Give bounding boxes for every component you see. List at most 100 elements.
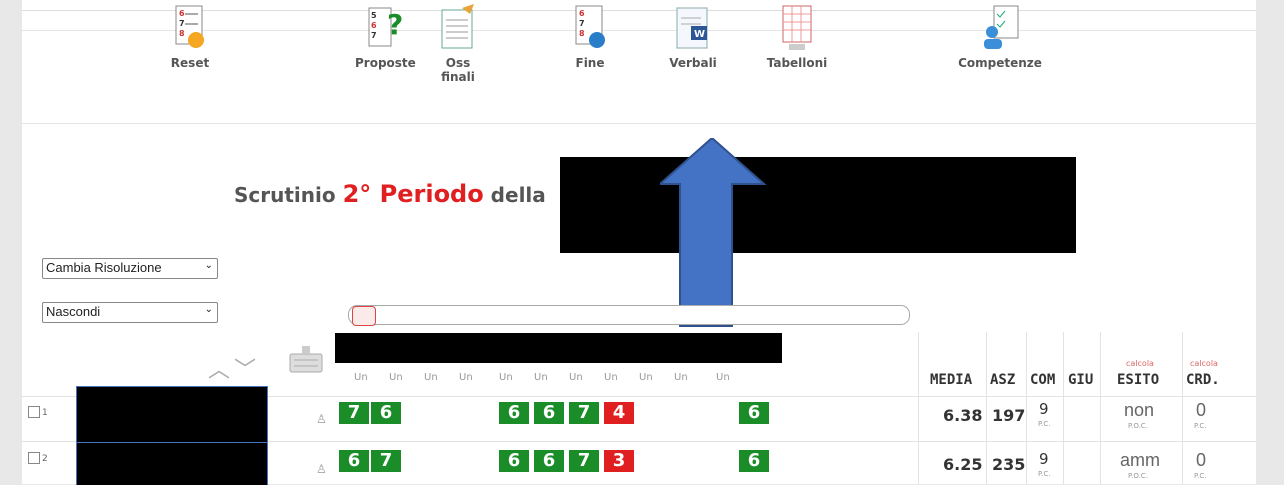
calcola-esito-link[interactable]: calcola [1126, 359, 1154, 368]
com-sub: P.C. [1038, 420, 1051, 428]
esito-sub: P.O.C. [1128, 472, 1148, 480]
column-divider [1063, 332, 1064, 484]
esito-value[interactable]: non [1124, 400, 1154, 421]
grade-cell[interactable]: 4 [604, 402, 634, 424]
column-divider [1026, 332, 1027, 484]
grade-cell[interactable]: 6 [534, 402, 564, 424]
oss-finali-label: Oss finali [441, 56, 475, 84]
esito-sub: P.O.C. [1128, 422, 1148, 430]
resolution-select[interactable]: Cambia Risoluzione ⌄ [42, 258, 218, 279]
grade-cell[interactable]: 6 [499, 402, 529, 424]
grade-cell[interactable]: 6 [739, 450, 769, 472]
grade-cell[interactable]: 7 [371, 450, 401, 472]
svg-text:7: 7 [179, 19, 185, 28]
grade-cell[interactable]: 6 [739, 402, 769, 424]
person-icon[interactable]: ♙ [316, 412, 327, 426]
up-arrow-annotation [660, 138, 767, 327]
svg-text:5: 5 [371, 11, 377, 20]
title-prefix: Scrutinio [234, 183, 343, 207]
slider-handle[interactable] [352, 306, 376, 326]
competenze-button[interactable]: Competenze [958, 4, 1042, 70]
column-divider [986, 332, 987, 484]
com-sub: P.C. [1038, 470, 1051, 478]
asz-value: 197 [992, 406, 1026, 425]
row-number: 1 [42, 408, 48, 418]
subject-column-header: Un [569, 372, 583, 383]
svg-text:W: W [694, 29, 705, 40]
visibility-select-value: Nascondi [46, 304, 101, 319]
verbali-label: Verbali [669, 56, 717, 70]
tabelloni-label: Tabelloni [766, 56, 828, 70]
calcola-crd-link[interactable]: calcola [1190, 359, 1218, 368]
subject-column-header: Un [459, 372, 473, 383]
chevron-up-icon[interactable]: ︿ [208, 352, 230, 384]
subject-column-header: Un [639, 372, 653, 383]
word-document-icon: W [676, 7, 708, 49]
esito-header: ESITO [1117, 372, 1160, 388]
title-suffix: della [483, 183, 546, 207]
row-checkbox[interactable] [28, 406, 40, 418]
redacted-subject-names [335, 333, 782, 363]
grade-cell[interactable]: 3 [604, 450, 634, 472]
fine-icon: 6 7 8 [575, 5, 605, 48]
redacted-class-name [560, 157, 1076, 253]
crd-value[interactable]: 0 [1196, 400, 1206, 421]
resolution-select-value: Cambia Risoluzione [46, 260, 162, 275]
reset-button[interactable]: 6 7 8 Reset [165, 4, 215, 70]
grade-cell[interactable]: 6 [371, 402, 401, 424]
reset-icon: 6 7 8 [175, 5, 204, 48]
reset-label: Reset [170, 56, 210, 70]
competenze-icon [984, 5, 1019, 49]
visibility-select[interactable]: Nascondi ⌄ [42, 302, 218, 323]
subject-column-header: Un [716, 372, 730, 383]
verbali-button[interactable]: W Verbali [668, 4, 718, 70]
grade-cell[interactable]: 6 [534, 450, 564, 472]
proposte-label: Proposte [355, 56, 416, 70]
grade-cell[interactable]: 7 [569, 402, 599, 424]
svg-text:8: 8 [579, 29, 585, 38]
tabelloni-button[interactable]: Tabelloni [766, 4, 828, 70]
com-header: COM [1030, 372, 1056, 388]
com-value: 9 [1039, 400, 1049, 418]
asz-header: ASZ [990, 372, 1016, 388]
column-divider [1100, 332, 1101, 484]
media-header: MEDIA [930, 372, 973, 388]
redacted-student-name [76, 386, 268, 444]
grade-cell[interactable]: 7 [339, 402, 369, 424]
column-divider [1182, 332, 1183, 484]
grade-cell[interactable]: 6 [339, 450, 369, 472]
svg-text:6: 6 [579, 9, 585, 18]
fine-label: Fine [575, 56, 605, 70]
chevron-down-icon[interactable]: ﹀ [234, 352, 256, 384]
media-value: 6.38 [943, 406, 983, 425]
crd-sub: P.C. [1194, 472, 1207, 480]
keyboard-icon[interactable] [288, 344, 324, 374]
crd-sub: P.C. [1194, 422, 1207, 430]
svg-text:7: 7 [579, 19, 585, 28]
fine-button[interactable]: 6 7 8 Fine [568, 4, 612, 70]
svg-text:6: 6 [371, 21, 377, 30]
subject-column-header: Un [604, 372, 618, 383]
subject-column-header: Un [424, 372, 438, 383]
redacted-student-name [76, 442, 268, 485]
subject-column-header: Un [674, 372, 688, 383]
crd-value[interactable]: 0 [1196, 450, 1206, 471]
spreadsheet-icon [782, 5, 812, 50]
proposte-button[interactable]: 5 6 7 ? Proposte [355, 4, 416, 70]
oss-finali-button[interactable]: Oss finali [428, 4, 488, 84]
title-period: 2° Periodo [342, 180, 484, 208]
person-icon[interactable]: ♙ [316, 462, 327, 476]
row-checkbox[interactable] [28, 452, 40, 464]
media-value: 6.25 [943, 455, 983, 474]
competenze-label: Competenze [958, 56, 1042, 70]
subject-column-header: Un [534, 372, 548, 383]
page-title: Scrutinio 2° Periodo della [234, 180, 546, 208]
grade-cell[interactable]: 7 [569, 450, 599, 472]
esito-value[interactable]: amm [1120, 450, 1160, 471]
grade-cell[interactable]: 6 [499, 450, 529, 472]
column-scroll-slider[interactable] [348, 305, 910, 325]
subject-column-header: Un [389, 372, 403, 383]
chevron-down-icon: ⌄ [204, 260, 213, 271]
svg-text:6: 6 [179, 9, 185, 18]
proposte-icon: 5 6 7 ? [368, 7, 403, 47]
